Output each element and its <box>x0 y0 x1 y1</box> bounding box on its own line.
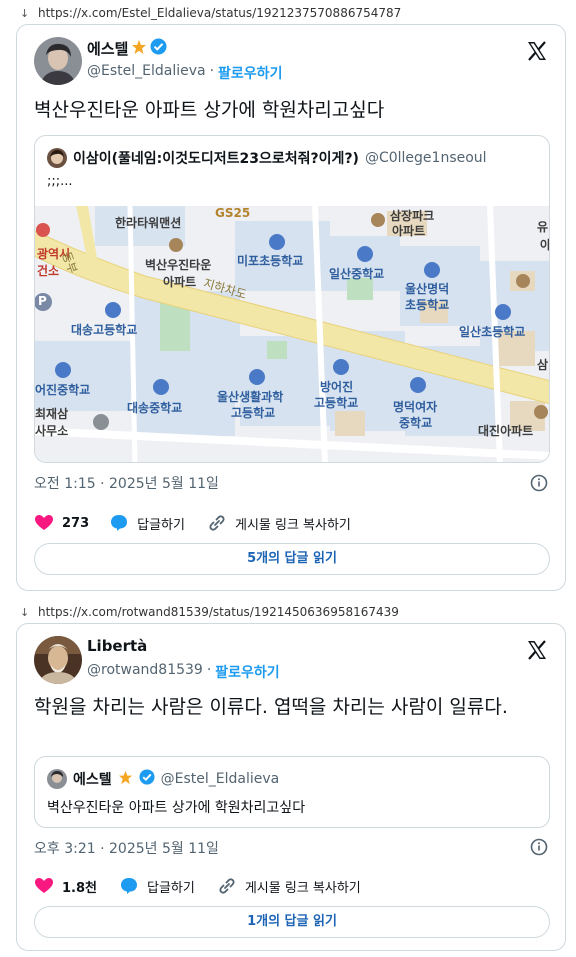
follow-button[interactable]: 팔로우하기 <box>215 662 279 682</box>
map-label: 대진아파트 <box>478 424 534 438</box>
map-label: 아파트 <box>163 275 197 289</box>
map-label: 동부 <box>59 249 80 276</box>
map-label: 방어진 <box>320 380 354 394</box>
copy-link-button[interactable]: 게시물 링크 복사하기 <box>217 876 361 896</box>
author-name-row: Libertà <box>87 637 147 655</box>
map-label: 울산생활과학 <box>217 390 284 404</box>
quote-header: 에스텔 @Estel_Eldalieva <box>35 757 549 789</box>
map-label: 건소 <box>37 264 60 278</box>
map-label: 지하차도 <box>201 276 249 302</box>
action-bar: 273 답글하기 게시물 링크 복사하기 <box>34 513 351 533</box>
map-label: 최재삼 <box>35 407 69 421</box>
author-name[interactable]: Libertà <box>87 637 147 655</box>
x-logo-icon[interactable] <box>525 638 549 662</box>
reply-button[interactable]: 답글하기 <box>109 513 185 533</box>
heart-icon <box>35 878 53 893</box>
star-badge-icon <box>118 770 133 789</box>
quote-avatar <box>47 148 67 168</box>
follow-button[interactable]: 팔로우하기 <box>218 63 282 83</box>
quoted-tweet[interactable]: 에스텔 @Estel_Eldalieva 벽산우진타운 아파트 상가에 학원차리… <box>34 756 550 828</box>
map-label: 한라타워맨션 <box>115 216 182 230</box>
info-icon[interactable] <box>530 838 548 856</box>
map-label: 중학교 <box>399 416 433 430</box>
quote-author-name: 에스텔 <box>73 772 112 788</box>
tweet-text: 벽산우진타운 아파트 상가에 학원차리고싶다 <box>34 99 385 121</box>
link-icon <box>209 515 225 531</box>
avatar[interactable] <box>34 37 82 85</box>
quote-author-handle: @Estel_Eldalieva <box>160 771 280 787</box>
x-logo-icon[interactable] <box>525 39 549 63</box>
map-labels: 한라타워맨션 GS25 삼장파크 아파트 유 광역시 건소 벽산우진타운 아파트… <box>35 206 550 462</box>
reply-icon <box>111 515 128 531</box>
like-button[interactable]: 273 <box>34 513 89 533</box>
like-count: 273 <box>62 515 90 531</box>
reply-icon <box>121 878 137 894</box>
read-replies-button[interactable]: 5개의 답글 읽기 <box>34 543 550 575</box>
like-count: 1.8천 <box>62 880 97 896</box>
quote-header: 이삼이(풀네임:이것도디저트23으로처줘?이게?) @C0llege1nseou… <box>35 136 549 168</box>
map-label: 삼 <box>537 358 549 372</box>
tweet-card-1: 에스텔 @Estel_Eldalieva · 팔로우하기 벽산우진타운 아파트 … <box>16 24 566 591</box>
author-handle[interactable]: @rotwand81539 <box>87 662 203 682</box>
reply-label: 답글하기 <box>137 517 185 533</box>
tweet-timestamp[interactable]: 오전 1:15 · 2025년 5월 11일 <box>34 473 219 493</box>
quote-author-handle: @C0llege1nseoul <box>364 150 487 166</box>
reply-label: 답글하기 <box>147 880 195 896</box>
quote-text: 벽산우진타운 아파트 상가에 학원차리고싶다 <box>47 800 306 816</box>
quoted-tweet[interactable]: 이삼이(풀네임:이것도디저트23으로처줘?이게?) @C0llege1nseou… <box>34 135 550 463</box>
map-label: 대송고등학교 <box>71 323 138 337</box>
verified-badge-icon <box>150 38 167 59</box>
map-label: 아파트 <box>392 224 426 238</box>
quote-text: ;;;... <box>47 174 73 189</box>
quote-author-name: 이삼이(풀네임:이것도디저트23으로처줘?이게?) <box>73 151 359 167</box>
tweet-timestamp[interactable]: 오후 3:21 · 2025년 5월 11일 <box>34 838 219 858</box>
read-replies-button[interactable]: 1개의 답글 읽기 <box>34 906 550 938</box>
star-badge-icon <box>131 39 147 59</box>
map-label: 사무소 <box>35 424 69 438</box>
map-image[interactable]: 한라타워맨션 GS25 삼장파크 아파트 유 광역시 건소 벽산우진타운 아파트… <box>35 206 550 462</box>
copy-link-button[interactable]: 게시물 링크 복사하기 <box>207 513 351 533</box>
tweet-text: 학원을 차리는 사람은 이류다. 엽떡을 차리는 사람이 일류다. <box>34 696 508 718</box>
avatar[interactable] <box>34 636 82 684</box>
map-label: 유 <box>537 220 549 234</box>
author-handle[interactable]: @Estel_Eldalieva <box>87 63 206 83</box>
url-line-1: ↓ https://x.com/Estel_Eldalieva/status/1… <box>0 4 576 22</box>
quote-avatar <box>47 769 67 789</box>
download-arrow-icon: ↓ <box>20 605 30 619</box>
map-label: 대송중학교 <box>127 401 183 415</box>
parking-icon: P <box>38 294 47 308</box>
separator: · <box>209 63 215 79</box>
map-label: 어진중학교 <box>35 383 91 397</box>
map-label: 아 <box>540 238 550 252</box>
map-label: 초등학교 <box>405 298 450 312</box>
map-label: 일산중학교 <box>329 267 385 281</box>
url-line-2: ↓ https://x.com/rotwand81539/status/1921… <box>0 603 576 621</box>
map-label: 명덕여자 <box>393 400 438 414</box>
reply-button[interactable]: 답글하기 <box>119 876 195 896</box>
copy-link-label: 게시물 링크 복사하기 <box>244 880 361 896</box>
map-label: GS25 <box>215 206 251 220</box>
map-label: 미포초등학교 <box>237 254 304 268</box>
download-arrow-icon: ↓ <box>20 6 30 20</box>
link-icon <box>219 878 235 894</box>
handle-row: @Estel_Eldalieva · 팔로우하기 <box>87 63 282 83</box>
tweet-url[interactable]: https://x.com/rotwand81539/status/192145… <box>38 605 399 619</box>
separator: · <box>206 662 212 678</box>
action-bar: 1.8천 답글하기 게시물 링크 복사하기 <box>34 876 361 896</box>
map-label: 울산명덕 <box>405 282 450 296</box>
handle-row: @rotwand81539 · 팔로우하기 <box>87 662 280 682</box>
author-name[interactable]: 에스텔 <box>87 38 128 59</box>
info-icon[interactable] <box>530 474 548 492</box>
verified-badge-icon <box>139 769 155 789</box>
copy-link-label: 게시물 링크 복사하기 <box>234 517 351 533</box>
heart-icon <box>35 515 53 530</box>
map-label: 고등학교 <box>314 396 359 410</box>
tweet-url[interactable]: https://x.com/Estel_Eldalieva/status/192… <box>38 6 401 20</box>
tweet-card-2: Libertà @rotwand81539 · 팔로우하기 학원을 차리는 사람… <box>16 623 566 951</box>
map-label: 고등학교 <box>231 406 276 420</box>
author-name-row: 에스텔 <box>87 38 167 59</box>
map-label: 일산초등학교 <box>459 325 526 339</box>
like-button[interactable]: 1.8천 <box>34 876 97 896</box>
map-label: 벽산우진타운 <box>145 258 212 272</box>
